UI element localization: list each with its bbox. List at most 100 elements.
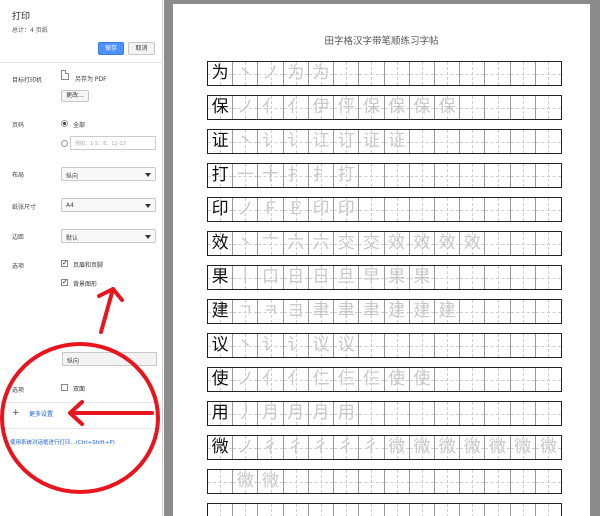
preview-page[interactable]: 田字格汉字带笔顺练习字帖 为丶ノ为为保ノ亻亻伊伻保保保保证丶讠讠讧订证证打一十扌… <box>173 4 590 516</box>
stroke-cell <box>510 198 536 221</box>
character: 月 <box>287 403 305 423</box>
stroke-cell <box>384 198 410 221</box>
character: 微 <box>236 471 254 491</box>
character: 亠 <box>262 233 280 253</box>
stroke-cell: 保 <box>359 96 385 119</box>
character: Ｆ <box>262 199 280 219</box>
character: ノ <box>236 369 254 389</box>
character: 保 <box>362 97 380 117</box>
stroke-cell <box>434 266 461 289</box>
stroke-cell: 彳 <box>359 436 385 459</box>
stroke-cell: 仨 <box>334 368 360 391</box>
stroke-cell: ノ <box>233 368 259 391</box>
stroke-cell: 议 <box>334 334 360 357</box>
character: 月 <box>312 403 330 423</box>
character: 使 <box>388 369 406 389</box>
stroke-cell <box>434 164 461 187</box>
stroke-cell: 丶 <box>233 232 259 255</box>
stroke-cell: 议 <box>308 334 335 357</box>
stroke-cell <box>283 504 309 516</box>
stroke-cell <box>535 164 562 187</box>
stroke-cell: 讠 <box>258 130 284 153</box>
character: 为 <box>287 63 305 83</box>
character: 建 <box>438 301 456 321</box>
stroke-cell: 扌 <box>283 164 309 187</box>
stroke-cell: 使 <box>409 368 435 391</box>
character: 微 <box>413 437 431 457</box>
stroke-cell: 打 <box>334 164 360 187</box>
character: 讠 <box>262 131 280 151</box>
stroke-cell <box>359 198 385 221</box>
stroke-cell <box>460 62 486 85</box>
character: ノ <box>236 437 254 457</box>
stroke-cell <box>384 504 410 516</box>
stroke-cell: ノ <box>233 198 259 221</box>
character: 印 <box>312 199 330 219</box>
stroke-cell: 亠 <box>258 232 284 255</box>
stroke-cell <box>485 470 511 493</box>
character: 月 <box>262 403 280 423</box>
stroke-cell <box>460 470 486 493</box>
stroke-cell <box>510 504 536 516</box>
character: 建 <box>413 301 431 321</box>
practice-row <box>207 503 562 516</box>
stroke-cell: 微 <box>460 436 486 459</box>
stroke-cell: 丿 <box>233 402 259 425</box>
head-character-cell: 打 <box>208 164 234 187</box>
head-character-cell: 议 <box>208 334 234 357</box>
character: 建 <box>388 301 406 321</box>
character: 扌 <box>287 165 305 185</box>
stroke-cell <box>359 164 385 187</box>
stroke-cell: ㄱ <box>233 300 259 323</box>
practice-row: 证丶讠讠讧订证证 <box>207 129 562 154</box>
stroke-cell <box>485 402 511 425</box>
stroke-cell: 日 <box>308 266 335 289</box>
stroke-cell <box>535 62 562 85</box>
stroke-cell <box>434 504 461 516</box>
stroke-cell <box>409 198 435 221</box>
stroke-cell: 聿 <box>308 300 335 323</box>
stroke-cell <box>359 334 385 357</box>
practice-row: 保ノ亻亻伊伻保保保保 <box>207 95 562 120</box>
stroke-cell: 丶 <box>233 130 259 153</box>
stroke-cell <box>535 470 562 493</box>
character: 彳 <box>312 437 330 457</box>
stroke-cell <box>434 62 461 85</box>
character: 微 <box>438 437 456 457</box>
head-character-cell: 印 <box>208 198 234 221</box>
print-preview-area: 田字格汉字带笔顺练习字帖 为丶ノ为为保ノ亻亻伊伻保保保保证丶讠讠讧订证证打一十扌… <box>164 0 600 516</box>
stroke-cell: 仁 <box>308 368 335 391</box>
stroke-cell <box>409 164 435 187</box>
practice-row: 打一十扌扌打 <box>207 163 562 188</box>
stroke-cell <box>535 334 562 357</box>
character: 微 <box>388 437 406 457</box>
head-character-cell: 微 <box>208 436 234 459</box>
character: 亻 <box>287 97 305 117</box>
character: 丿 <box>236 403 254 423</box>
stroke-cell <box>535 96 562 119</box>
stroke-cell <box>460 198 486 221</box>
character: 印 <box>211 199 229 219</box>
stroke-cell <box>334 62 360 85</box>
practice-row: 议丶讠讠议议 <box>207 333 562 358</box>
character: 保 <box>413 97 431 117</box>
stroke-cell: ノ <box>258 62 284 85</box>
character: 日 <box>312 267 330 287</box>
character: 交 <box>362 233 380 253</box>
character: 证 <box>362 131 380 151</box>
stroke-cell <box>535 402 562 425</box>
stroke-cell <box>510 334 536 357</box>
stroke-cell: E <box>283 198 309 221</box>
character: 保 <box>388 97 406 117</box>
character: 丶 <box>236 63 254 83</box>
character: 讠 <box>287 335 305 355</box>
character: ノ <box>236 199 254 219</box>
stroke-cell: 微 <box>409 436 435 459</box>
stroke-cell: 保 <box>384 96 410 119</box>
stroke-cell <box>510 232 536 255</box>
stroke-cell <box>334 470 360 493</box>
character: 仨 <box>362 369 380 389</box>
character: 彳 <box>262 437 280 457</box>
character: 效 <box>211 233 229 253</box>
character: 果 <box>211 267 229 287</box>
